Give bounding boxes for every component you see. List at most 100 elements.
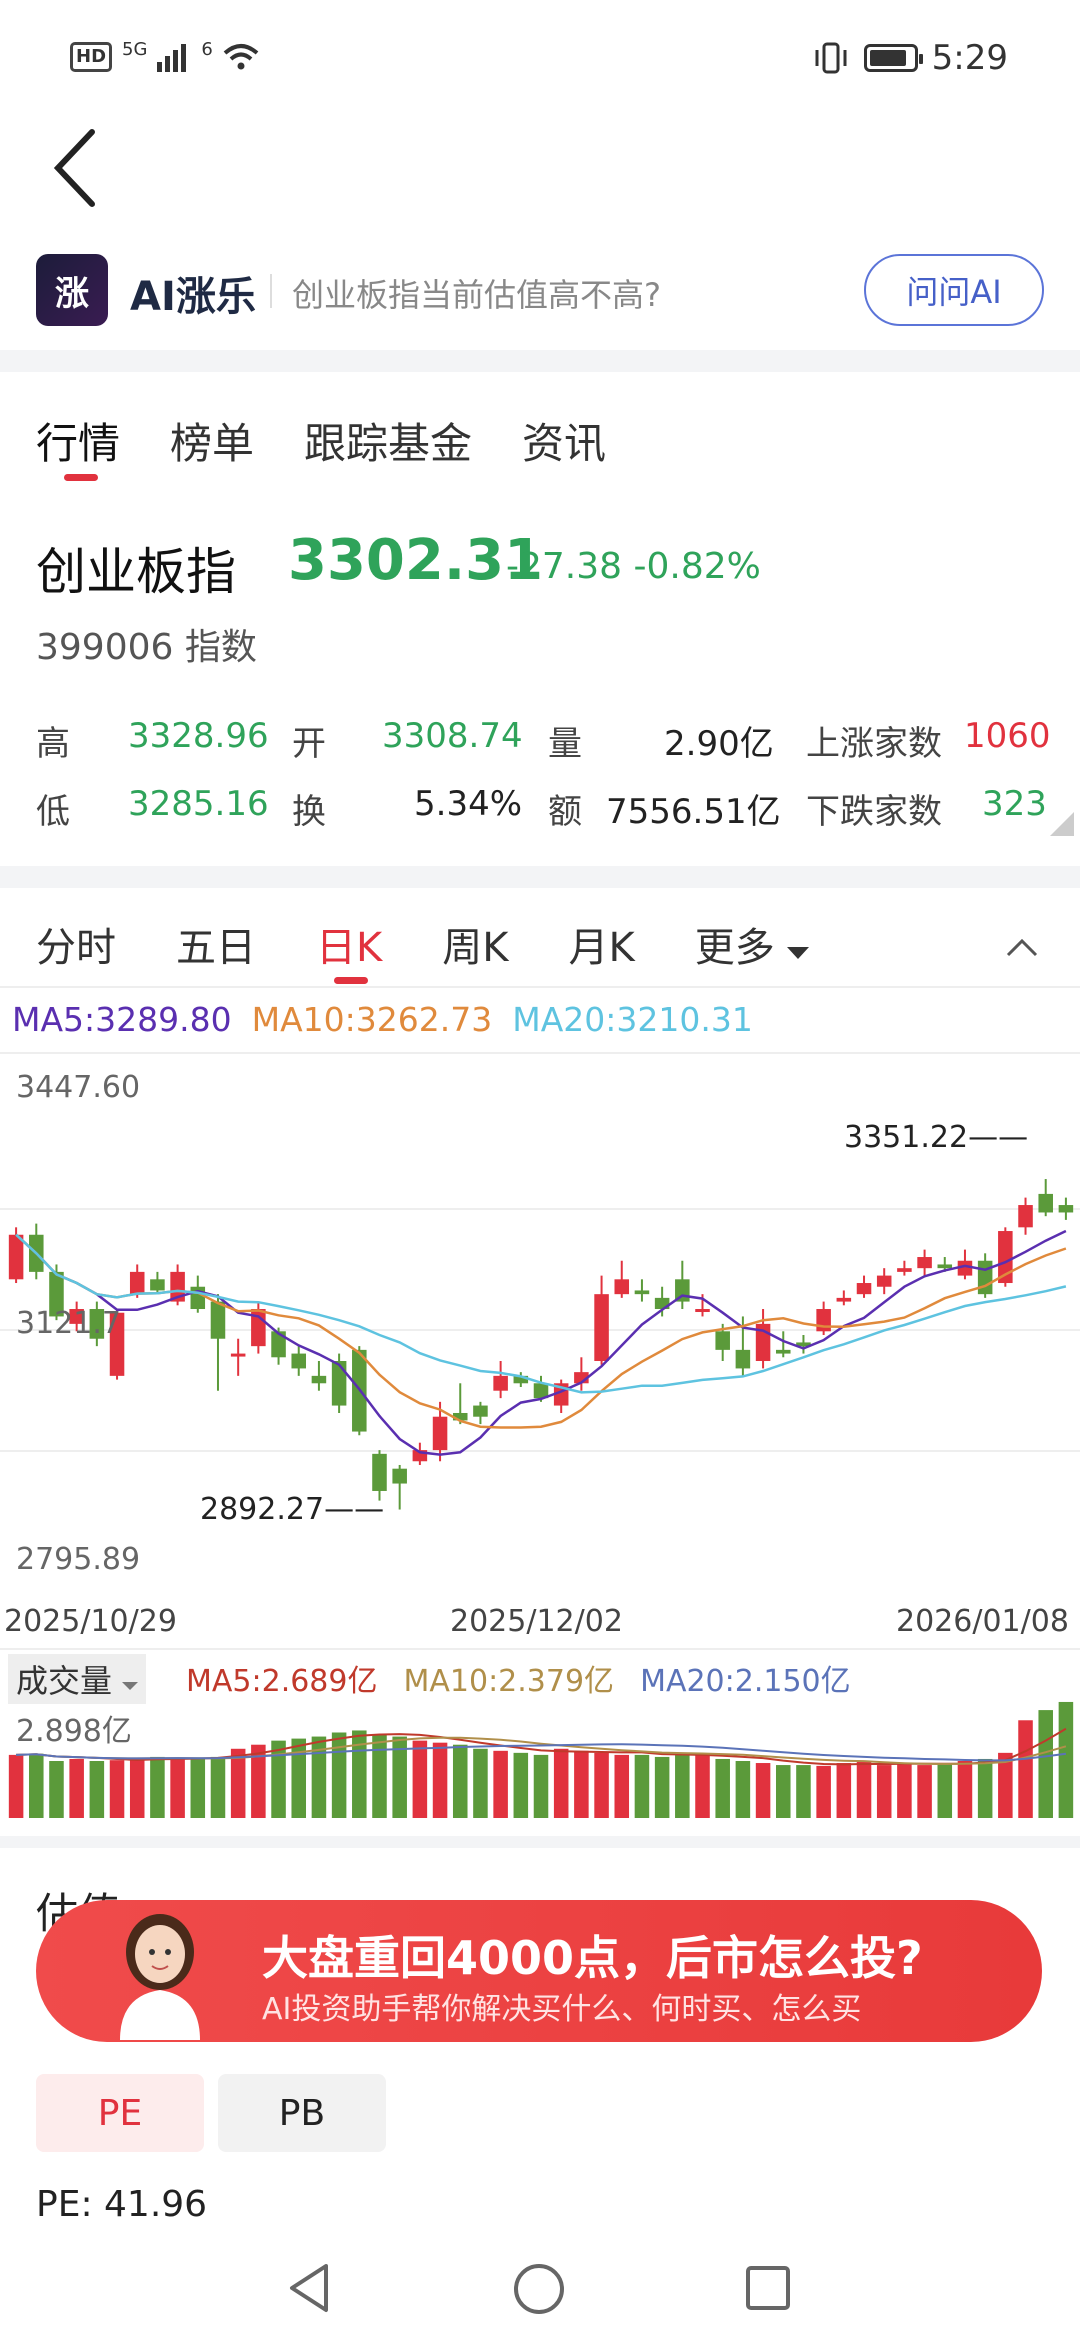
- volume-bar: [957, 1760, 973, 1818]
- volume-bar: [594, 1752, 609, 1818]
- tab-quote-underline: [64, 474, 98, 481]
- axis-top-label: 3447.60: [16, 1070, 141, 1105]
- ma10-label: MA10:3262.73: [251, 1000, 493, 1039]
- tab-news[interactable]: 资讯: [522, 410, 606, 471]
- wifi-label: 6: [201, 38, 213, 60]
- candle-body: [715, 1331, 730, 1350]
- volume-bar: [230, 1748, 246, 1818]
- volume-bar: [1018, 1720, 1033, 1818]
- back-arrow-icon[interactable]: [48, 120, 108, 216]
- top-tabs: 行情 榜单 跟踪基金 资讯: [36, 410, 606, 471]
- divider: [0, 986, 1080, 988]
- tab-quote[interactable]: 行情: [36, 410, 120, 471]
- volume-bar: [372, 1734, 387, 1818]
- volume-bar: [755, 1763, 771, 1818]
- system-nav-bar: [0, 2240, 1080, 2340]
- candle-body: [1018, 1205, 1033, 1228]
- volume-chart[interactable]: [0, 1690, 1080, 1820]
- up-count-label: 上涨家数: [806, 724, 942, 764]
- volume-bar: [876, 1765, 892, 1818]
- axis-mid-label: 3121.7: [16, 1306, 121, 1341]
- candle-body: [897, 1268, 912, 1272]
- tab-five-day[interactable]: 五日: [176, 915, 256, 973]
- index-code: 399006 指数: [36, 627, 257, 668]
- wifi-icon: [223, 44, 259, 70]
- volume-bar: [614, 1754, 630, 1818]
- tab-intraday[interactable]: 分时: [36, 915, 116, 973]
- volume-bar: [89, 1760, 105, 1818]
- candle-body: [735, 1349, 751, 1369]
- index-name: 创业板指: [36, 543, 236, 601]
- tab-ranking[interactable]: 榜单: [170, 410, 254, 471]
- nav-back-icon[interactable]: [284, 2260, 334, 2316]
- candle-body: [432, 1416, 448, 1451]
- hd-icon: HD: [70, 42, 113, 72]
- tab-weekly-k[interactable]: 周K: [442, 915, 508, 973]
- volume-bar: [170, 1757, 185, 1818]
- candle-body: [977, 1260, 993, 1295]
- expand-corner-icon[interactable]: [1050, 812, 1074, 836]
- volume-bar: [49, 1760, 64, 1818]
- volume-bar: [513, 1752, 529, 1818]
- candle-body: [210, 1301, 226, 1339]
- candle-body: [614, 1279, 630, 1295]
- ai-assistant-bar[interactable]: 涨 AI涨乐 创业板指当前估值高不高? 问问AI: [0, 240, 1080, 340]
- signal-label: 5G: [122, 38, 148, 60]
- volume-bar: [473, 1748, 488, 1818]
- date-mid: 2025/12/02: [450, 1604, 623, 1639]
- chevron-up-icon[interactable]: [1004, 935, 1040, 959]
- candle-body: [856, 1283, 872, 1295]
- volume-bar: [897, 1764, 912, 1818]
- vibrate-icon: [815, 42, 847, 74]
- ai-question[interactable]: 创业板指当前估值高不高?: [292, 270, 661, 316]
- low-label: 低: [36, 792, 70, 832]
- ai-logo-icon: 涨: [36, 254, 108, 326]
- candle-body: [291, 1353, 307, 1369]
- nav-home-icon[interactable]: [512, 2262, 566, 2316]
- candle-body: [775, 1349, 791, 1354]
- tab-daily-k[interactable]: 日K: [316, 915, 382, 973]
- down-count-value: 323: [982, 784, 1047, 824]
- tab-daily-underline: [334, 977, 368, 984]
- ai-logo-text: 涨: [55, 273, 89, 314]
- date-end: 2026/01/08: [896, 1604, 1069, 1639]
- volume-bar: [816, 1765, 831, 1818]
- candle-body: [150, 1279, 165, 1291]
- volume-bar: [271, 1740, 286, 1818]
- tab-pb[interactable]: PB: [218, 2074, 386, 2152]
- volume-bar: [553, 1748, 569, 1818]
- volume-bar: [634, 1754, 650, 1818]
- volume-bar: [109, 1760, 125, 1818]
- nav-recents-icon[interactable]: [744, 2264, 792, 2312]
- high-label: 高: [36, 724, 70, 764]
- volume-bar: [654, 1756, 670, 1818]
- ask-ai-button[interactable]: 问问AI: [864, 254, 1044, 326]
- candle-body: [230, 1353, 246, 1357]
- section-gap: [0, 350, 1080, 372]
- signal-icon: 5G: [122, 39, 147, 60]
- volume-bar: [331, 1732, 347, 1818]
- tab-pe[interactable]: PE: [36, 2074, 204, 2152]
- section-gap-3: [0, 1836, 1080, 1848]
- ma20-label: MA20:3210.31: [512, 1000, 753, 1039]
- volume-bar: [210, 1756, 226, 1818]
- volume-bar: [493, 1750, 508, 1818]
- tab-monthly-k[interactable]: 月K: [568, 915, 634, 973]
- divider-3: [0, 1648, 1080, 1650]
- change-value: -27.38: [506, 546, 623, 587]
- volume-bar: [1038, 1710, 1053, 1818]
- volume-bar: [129, 1758, 145, 1818]
- volume-bar: [695, 1754, 710, 1818]
- ma20-line: [15, 1233, 1067, 1394]
- index-change: -27.38 -0.82%: [506, 546, 761, 587]
- candle-body: [331, 1361, 347, 1406]
- ma5-line: [15, 1229, 1067, 1456]
- low-marker-value: 2892.27: [200, 1492, 325, 1527]
- tab-tracking-funds[interactable]: 跟踪基金: [304, 410, 472, 471]
- tab-more[interactable]: 更多: [695, 915, 810, 973]
- assistant-avatar-icon: [120, 1914, 200, 2040]
- volume-bar: [533, 1754, 549, 1818]
- candle-body: [1038, 1193, 1053, 1213]
- candle-body: [876, 1275, 892, 1287]
- candle-body: [493, 1375, 508, 1391]
